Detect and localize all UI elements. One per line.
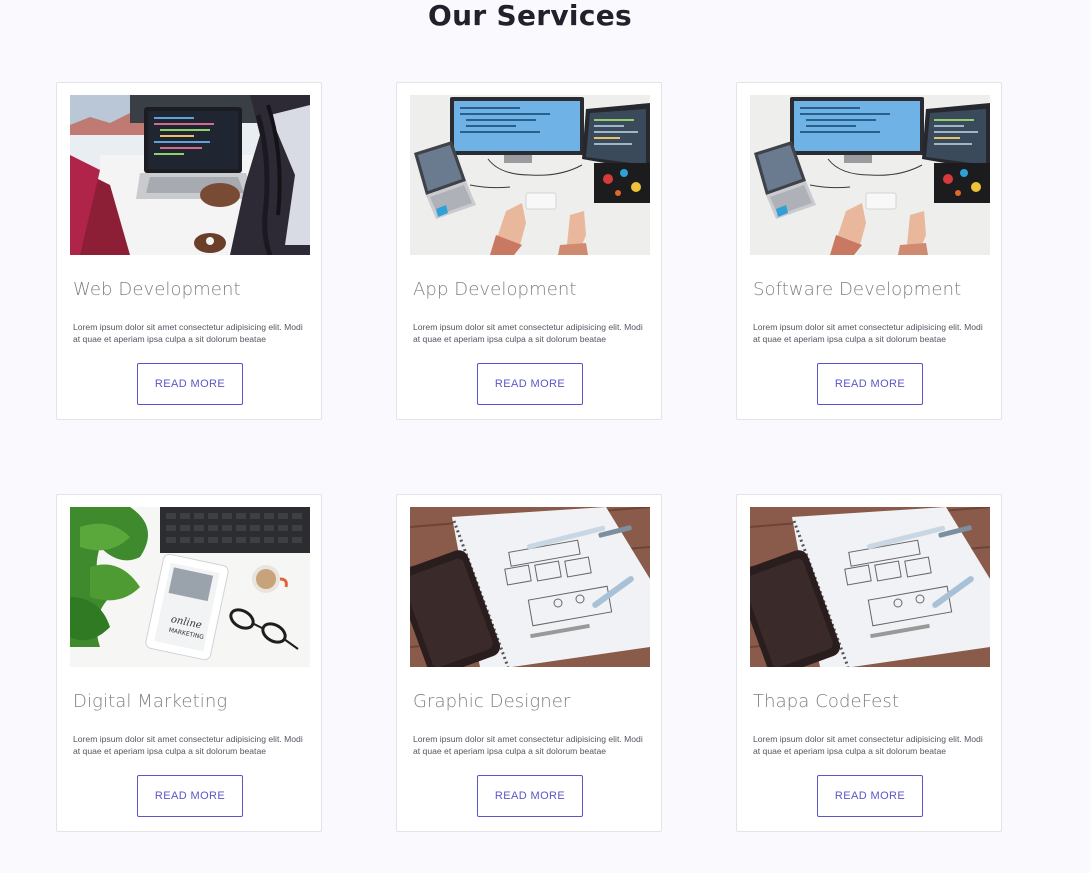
service-card-description: Lorem ipsum dolor sit amet consectetur a… [413,322,643,344]
service-card-software-development: Software Development Lorem ipsum dolor s… [736,82,1002,420]
service-card-description: Lorem ipsum dolor sit amet consectetur a… [73,322,303,344]
read-more-button[interactable]: READ MORE [137,775,243,817]
read-more-button[interactable]: READ MORE [477,775,583,817]
service-card-title: Digital Marketing [73,691,228,712]
service-card-image [410,507,650,667]
service-card-description: Lorem ipsum dolor sit amet consectetur a… [413,734,643,756]
service-card-graphic-designer: Graphic Designer Lorem ipsum dolor sit a… [396,494,662,832]
service-card-description: Lorem ipsum dolor sit amet consectetur a… [753,322,983,344]
section-title: Our Services [428,0,632,32]
service-card-title: Graphic Designer [413,691,571,712]
service-card-title: Web Development [73,279,241,300]
read-more-button[interactable]: READ MORE [137,363,243,405]
service-card-digital-marketing: Digital Marketing Lorem ipsum dolor sit … [56,494,322,832]
service-card-image [70,95,310,255]
service-card-description: Lorem ipsum dolor sit amet consectetur a… [73,734,303,756]
service-card-thapa-codefest: Thapa CodeFest Lorem ipsum dolor sit ame… [736,494,1002,832]
read-more-button[interactable]: READ MORE [817,363,923,405]
service-card-description: Lorem ipsum dolor sit amet consectetur a… [753,734,983,756]
service-card-title: Software Development [753,279,962,300]
service-card-title: App Development [413,279,577,300]
service-card-image [750,507,990,667]
read-more-button[interactable]: READ MORE [817,775,923,817]
service-card-web-development: Web Development Lorem ipsum dolor sit am… [56,82,322,420]
service-card-image [70,507,310,667]
service-card-app-development: App Development Lorem ipsum dolor sit am… [396,82,662,420]
service-card-image [750,95,990,255]
service-card-title: Thapa CodeFest [753,691,899,712]
read-more-button[interactable]: READ MORE [477,363,583,405]
service-card-image [410,95,650,255]
